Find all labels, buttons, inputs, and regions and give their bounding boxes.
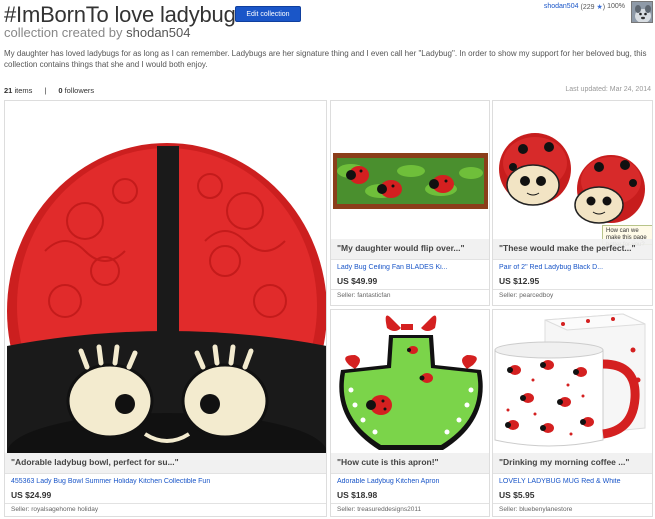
user-info: shodan504 (229 ★) 100%: [544, 3, 625, 11]
last-updated: Last updated: Mar 24, 2014: [565, 86, 651, 93]
divider: [493, 473, 652, 474]
item-image[interactable]: [493, 101, 652, 239]
item-quote: "How cute is this apron!": [331, 453, 489, 473]
collection-stats: 21 items | 0 followers: [4, 86, 94, 95]
item-price: US $5.95: [499, 490, 535, 500]
feedback-count: (229: [580, 4, 595, 11]
collection-byline: collection created by shodan504: [4, 25, 190, 40]
collection-item-card[interactable]: "How cute is this apron!" Adorable Ladyb…: [330, 309, 490, 517]
divider: [5, 473, 326, 474]
collection-item-card[interactable]: "My daughter would flip over..." Lady Bu…: [330, 100, 490, 306]
collection-item-card[interactable]: "Adorable ladybug bowl, perfect for su..…: [4, 100, 327, 517]
collection-item-card[interactable]: "Drinking my morning coffee ..." LOVELY …: [492, 309, 653, 517]
item-image[interactable]: [331, 310, 489, 453]
item-title-link[interactable]: LOVELY LADYBUG MUG Red & White: [499, 478, 649, 485]
item-image[interactable]: [331, 101, 489, 239]
item-quote: "These would make the perfect...": [493, 239, 652, 259]
divider: [493, 503, 652, 504]
edit-collection-button[interactable]: Edit collection: [235, 6, 301, 22]
item-image[interactable]: [5, 101, 326, 453]
divider: [331, 259, 489, 260]
item-seller[interactable]: Seller: bluebenylanestore: [499, 506, 572, 513]
item-title-link[interactable]: Pair of 2" Red Ladybug Black D...: [499, 264, 649, 271]
item-seller[interactable]: Seller: pearcedboy: [499, 292, 553, 299]
items-count: 21: [4, 86, 13, 95]
divider: [493, 259, 652, 260]
divider: [331, 289, 489, 290]
divider: [5, 503, 326, 504]
item-quote: "Drinking my morning coffee ...": [493, 453, 652, 473]
followers-label: followers: [64, 86, 95, 95]
item-seller[interactable]: Seller: fantasticfan: [337, 292, 390, 299]
byline-prefix: collection created by: [4, 25, 123, 40]
item-quote: "Adorable ladybug bowl, perfect for su..…: [5, 453, 326, 473]
item-seller[interactable]: Seller: treasureddesigns2011: [337, 506, 421, 513]
feedback-score[interactable]: (229 ★): [581, 3, 606, 11]
divider: [331, 473, 489, 474]
stats-separator: |: [44, 86, 47, 95]
items-label: items: [14, 86, 33, 95]
item-title-link[interactable]: Adorable Ladybug Kitchen Apron: [337, 478, 487, 485]
item-price: US $24.99: [11, 490, 52, 500]
item-price: US $12.95: [499, 276, 540, 286]
item-price: US $18.98: [337, 490, 378, 500]
feedback-close: ): [602, 4, 606, 11]
item-seller[interactable]: Seller: royalsagehome holiday: [11, 506, 98, 513]
positive-percent: 100%: [607, 3, 625, 10]
item-price: US $49.99: [337, 276, 378, 286]
divider: [331, 503, 489, 504]
item-quote: "My daughter would flip over...": [331, 239, 489, 259]
owner-link[interactable]: shodan504: [126, 25, 190, 40]
item-image[interactable]: [493, 310, 652, 453]
followers-count: 0: [58, 86, 63, 95]
followers-stat[interactable]: 0 followers: [58, 86, 94, 95]
collection-description: My daughter has loved ladybugs for as lo…: [4, 49, 647, 69]
items-stat[interactable]: 21 items: [4, 86, 32, 95]
username-link[interactable]: shodan504: [544, 3, 579, 11]
avatar[interactable]: [631, 1, 653, 23]
item-title-link[interactable]: Lady Bug Ceiling Fan BLADES Ki...: [337, 264, 487, 271]
item-title-link[interactable]: 455363 Lady Bug Bowl Summer Holiday Kitc…: [11, 478, 321, 485]
divider: [493, 289, 652, 290]
collection-item-card[interactable]: How can we make this page better for you…: [492, 100, 653, 306]
